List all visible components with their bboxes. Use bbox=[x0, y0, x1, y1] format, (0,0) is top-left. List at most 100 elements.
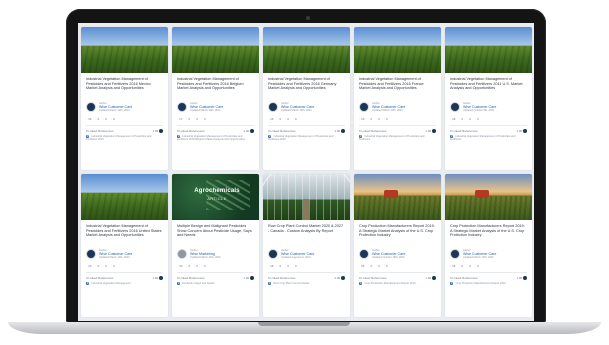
card-thumbnail[interactable] bbox=[81, 174, 168, 220]
tag-chip[interactable]: # bbox=[177, 282, 181, 286]
comments-count[interactable]: 0 bbox=[285, 264, 289, 268]
likes-count[interactable]: 0 bbox=[186, 264, 191, 268]
card-thumbnail[interactable] bbox=[354, 174, 441, 220]
likes-count[interactable]: 0 bbox=[459, 264, 464, 268]
shares-count[interactable]: 0 bbox=[293, 264, 297, 268]
shares-count[interactable]: 0 bbox=[111, 117, 115, 121]
tag-chip[interactable]: # bbox=[86, 282, 90, 286]
comments-count[interactable]: 0 bbox=[376, 264, 380, 268]
card-title[interactable]: Industrial Vegetation Management of Pest… bbox=[263, 73, 350, 100]
shares-count[interactable]: 0 bbox=[202, 117, 206, 121]
author-avatar[interactable] bbox=[177, 102, 187, 112]
shares-count[interactable]: 0 bbox=[202, 264, 206, 268]
card-title[interactable]: Industrial Vegetation Management of Pest… bbox=[81, 73, 168, 100]
card-tags: # Row Crop Plant Control Market bbox=[263, 280, 350, 286]
author-avatar[interactable] bbox=[450, 249, 460, 259]
comments-count[interactable]: 0 bbox=[194, 264, 198, 268]
card-thumbnail[interactable] bbox=[81, 27, 168, 73]
linked-references: 0 Linked References 1.00 bbox=[445, 273, 532, 281]
views-count: 16 bbox=[450, 117, 455, 121]
likes-count[interactable]: 0 bbox=[277, 264, 282, 268]
tag-text: Row Crop Plant Control Market bbox=[273, 282, 310, 286]
report-card[interactable]: Industrial Vegetation Management of Pest… bbox=[354, 27, 441, 170]
author-avatar[interactable] bbox=[359, 249, 369, 259]
comments-count[interactable]: 0 bbox=[194, 117, 198, 121]
comments-count[interactable]: 0 bbox=[285, 117, 289, 121]
report-card[interactable]: Crop Protection Manufacturers Report 201… bbox=[445, 174, 532, 317]
shares-count[interactable]: 0 bbox=[293, 117, 297, 121]
references-label[interactable]: 0 Linked References bbox=[268, 129, 296, 133]
report-card[interactable]: Crop Production Manufacturers Report 201… bbox=[354, 174, 441, 317]
card-title[interactable]: Row Crop Plant Control Market 2020 & 202… bbox=[263, 220, 350, 247]
card-tags: # Crop Protection Manufacturers Report 20… bbox=[445, 280, 532, 286]
references-label[interactable]: 0 Linked References bbox=[177, 129, 205, 133]
card-grid: Industrial Vegetation Management of Pest… bbox=[81, 27, 532, 317]
card-thumbnail[interactable] bbox=[445, 174, 532, 220]
report-card[interactable]: Industrial Vegetation Management of Pest… bbox=[81, 27, 168, 170]
card-title[interactable]: Industrial Vegetation Management of Pest… bbox=[172, 73, 259, 100]
card-thumbnail[interactable] bbox=[263, 174, 350, 220]
references-label[interactable]: 0 Linked References bbox=[177, 276, 205, 280]
card-stats: 16 0 0 0 bbox=[81, 261, 168, 268]
card-thumbnail[interactable] bbox=[263, 27, 350, 73]
comments-count[interactable]: 0 bbox=[467, 264, 471, 268]
likes-count[interactable]: 0 bbox=[368, 264, 373, 268]
tag-chip[interactable]: # bbox=[450, 282, 454, 286]
shares-count[interactable]: 0 bbox=[475, 117, 479, 121]
report-card[interactable]: Industrial Vegetation Management of Pest… bbox=[445, 27, 532, 170]
card-stats: 16 0 0 0 bbox=[445, 114, 532, 121]
card-thumbnail[interactable]: Agrochemicals ARTICLE bbox=[172, 174, 259, 220]
references-label[interactable]: 0 Linked References bbox=[268, 276, 296, 280]
card-title[interactable]: Crop Production Manufacturers Report 201… bbox=[354, 220, 441, 247]
card-thumbnail[interactable] bbox=[354, 27, 441, 73]
likes-count[interactable]: 0 bbox=[186, 117, 191, 121]
likes-count[interactable]: 0 bbox=[277, 117, 282, 121]
references-label[interactable]: 0 Linked References bbox=[359, 129, 387, 133]
card-title[interactable]: Crop Protection Manufacturers Report 201… bbox=[445, 220, 532, 247]
tag-text: Industrial Vegetation Management of Pest… bbox=[450, 135, 516, 142]
author-avatar[interactable] bbox=[268, 102, 278, 112]
card-title[interactable]: Multiple Benign and Malignant Pesticides… bbox=[172, 220, 259, 247]
card-title[interactable]: Industrial Vegetation Management of Pest… bbox=[354, 73, 441, 100]
author-avatar[interactable] bbox=[86, 102, 96, 112]
references-label[interactable]: 0 Linked References bbox=[450, 276, 478, 280]
likes-count[interactable]: 0 bbox=[95, 117, 100, 121]
report-card[interactable]: Row Crop Plant Control Market 2020 & 202… bbox=[263, 174, 350, 317]
linked-references: 0 Linked References 1.00 bbox=[263, 126, 350, 134]
likes-count[interactable]: 0 bbox=[459, 117, 464, 121]
report-card[interactable]: Industrial Vegetation Management of Pest… bbox=[172, 27, 259, 170]
references-label[interactable]: 0 Linked References bbox=[359, 276, 387, 280]
references-label[interactable]: 0 Linked References bbox=[450, 129, 478, 133]
shares-count[interactable]: 0 bbox=[384, 117, 388, 121]
references-label[interactable]: 0 Linked References bbox=[86, 276, 114, 280]
card-thumbnail[interactable] bbox=[172, 27, 259, 73]
tag-chip[interactable]: # bbox=[268, 282, 272, 286]
comments-count[interactable]: 0 bbox=[467, 117, 471, 121]
author-avatar[interactable] bbox=[450, 102, 460, 112]
references-label[interactable]: 0 Linked References bbox=[86, 129, 114, 133]
updated-date: Updated October 18th, 2021 bbox=[372, 256, 405, 259]
card-thumbnail[interactable] bbox=[445, 27, 532, 73]
tag-text: Crop Protection Manufacturers Report 201… bbox=[455, 282, 506, 286]
tag-chip[interactable]: # bbox=[359, 282, 363, 286]
updated-date: Updated March 10th, 2021 bbox=[372, 109, 403, 112]
shares-count[interactable]: 0 bbox=[384, 264, 388, 268]
report-card[interactable]: Agrochemicals ARTICLE Multiple Benign and… bbox=[172, 174, 259, 317]
author-avatar[interactable] bbox=[86, 249, 96, 259]
card-title[interactable]: Industrial Vegetation Management of Pest… bbox=[81, 220, 168, 247]
views-count: 10 bbox=[177, 264, 182, 268]
card-title[interactable]: Industrial Vegetation Management of Pest… bbox=[445, 73, 532, 100]
likes-count[interactable]: 0 bbox=[95, 264, 100, 268]
shares-count[interactable]: 0 bbox=[111, 264, 115, 268]
author-avatar[interactable] bbox=[177, 249, 187, 259]
report-card[interactable]: Industrial Vegetation Management of Pest… bbox=[263, 27, 350, 170]
comments-count[interactable]: 0 bbox=[103, 264, 107, 268]
shares-count[interactable]: 0 bbox=[475, 264, 479, 268]
comments-count[interactable]: 0 bbox=[376, 117, 380, 121]
author-avatar[interactable] bbox=[359, 102, 369, 112]
likes-count[interactable]: 0 bbox=[368, 117, 373, 121]
report-card[interactable]: Industrial Vegetation Management of Pest… bbox=[81, 174, 168, 317]
author-avatar[interactable] bbox=[268, 249, 278, 259]
comments-count[interactable]: 0 bbox=[103, 117, 107, 121]
card-stats: 16 0 0 0 bbox=[263, 261, 350, 268]
